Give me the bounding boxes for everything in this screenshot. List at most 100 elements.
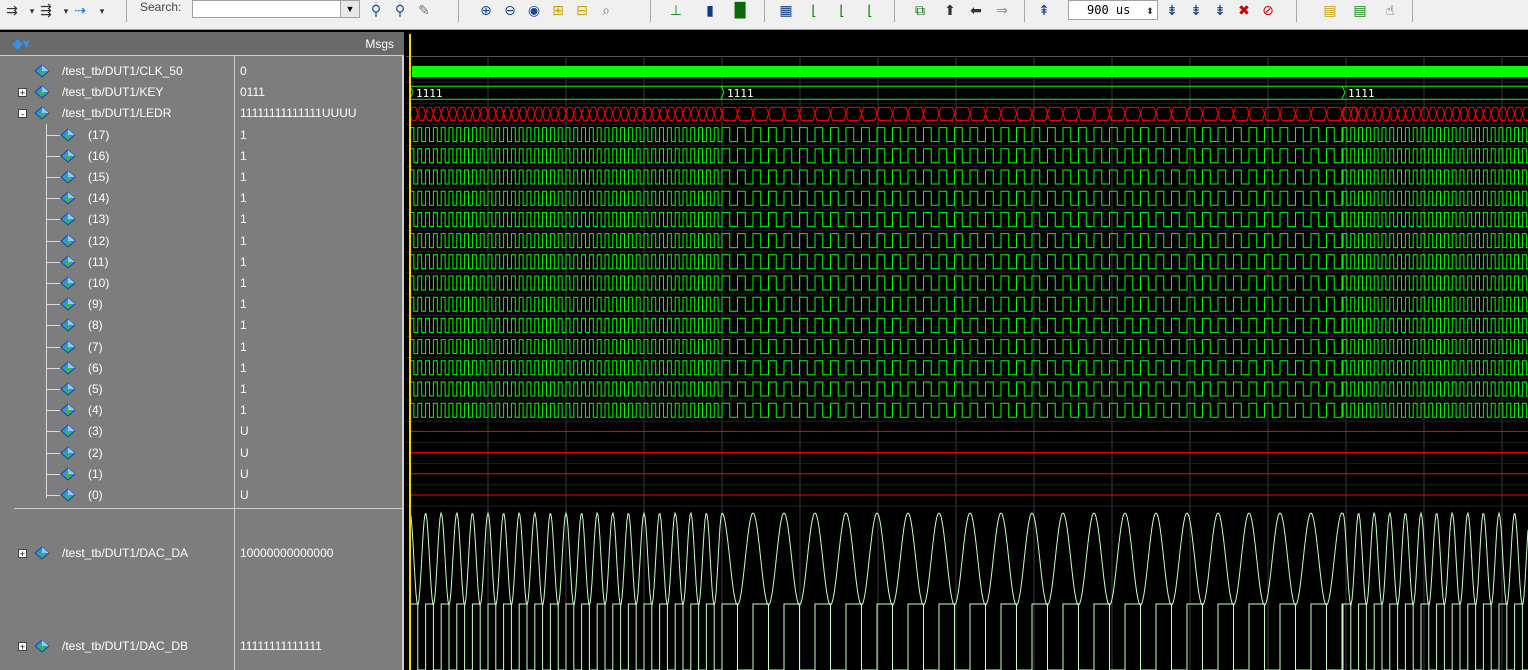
zoom-fit-icon[interactable]: ◉ — [524, 0, 544, 22]
ledr-bit-wave — [409, 360, 1528, 376]
search-input[interactable] — [192, 0, 342, 18]
zoom-in-icon[interactable]: ⊕ — [476, 0, 496, 22]
signal-row-ledr[interactable]: - /test_tb/DUT1/LEDR 11111111111111UUUU — [0, 103, 404, 124]
run-length-icon[interactable]: ⇞ — [1034, 0, 1054, 22]
signal-icon — [34, 85, 50, 99]
find-options-icon[interactable]: ✎ — [414, 0, 434, 22]
signal-value: 1 — [240, 297, 247, 312]
tree-branch-line — [46, 261, 60, 263]
signal-row-dac-db[interactable]: + /test_tb/DUT1/DAC_DB 11111111111111 — [0, 636, 404, 657]
signal-row-bit11[interactable]: (11) 1 — [0, 252, 404, 273]
signal-row-bit10[interactable]: (10) 1 — [0, 273, 404, 294]
ledr-bit-wave — [409, 402, 1528, 418]
signal-name: (8) — [88, 318, 103, 333]
signal-row-bit17[interactable]: (17) 1 — [0, 125, 404, 146]
zoom-out-icon[interactable]: ⊖ — [500, 0, 520, 22]
edge-next-icon[interactable]: ⌊ — [832, 0, 852, 22]
right-arrow-icon[interactable]: ⇒ — [992, 0, 1012, 22]
signal-value: 1 — [240, 339, 247, 354]
expand-icon[interactable]: + — [18, 642, 27, 652]
wave-dropdown-icon[interactable]: ◆▾ — [12, 35, 30, 52]
hand-icon[interactable]: ☝ — [1380, 0, 1400, 22]
signal-name: /test_tb/DUT1/LEDR — [62, 106, 172, 121]
collapse-icon[interactable]: - — [18, 109, 27, 119]
signal-value: 11111111111111 — [240, 639, 322, 653]
tree-branch-line — [46, 177, 60, 178]
signal-row-bit1[interactable]: (1) U — [0, 464, 404, 485]
signal-row-bit14[interactable]: (14) 1 — [0, 188, 404, 209]
signal-row-bit6[interactable]: (6) 1 — [0, 358, 404, 379]
zoom-region-icon[interactable]: ⌕ — [596, 0, 616, 22]
signal-name: (1) — [88, 466, 103, 481]
bookmark-icon[interactable]: ▤ — [1320, 0, 1340, 22]
signal-icon — [34, 639, 50, 653]
signal-row-clk50[interactable]: /test_tb/DUT1/CLK_50 0 — [0, 61, 404, 82]
signal-row-bit0[interactable]: (0) U — [0, 485, 404, 506]
continue-dropdown-icon[interactable]: ▾ — [92, 0, 112, 22]
run-length-spinner[interactable]: ⬍ — [1140, 0, 1160, 22]
signal-value: 0111 — [240, 85, 265, 100]
signal-value: 1 — [240, 212, 247, 227]
continue-icon[interactable]: ⇢ — [70, 0, 90, 22]
run-all-icon[interactable]: ⇟ — [1186, 0, 1206, 22]
cursor-lock-icon[interactable]: █ — [730, 0, 750, 22]
waveform-canvas[interactable]: 1111 1111 1111 — [406, 32, 1528, 670]
stop-icon[interactable]: ⊘ — [1258, 0, 1278, 22]
toolbar-separator — [126, 0, 127, 22]
cursor-bar-icon[interactable]: ▮ — [700, 0, 720, 22]
signal-row-bit9[interactable]: (9) 1 — [0, 294, 404, 315]
tree-branch-line — [46, 452, 60, 454]
step-icon[interactable]: ⇉ — [2, 0, 22, 22]
continue-run-icon[interactable]: ⇟ — [1210, 0, 1230, 22]
tree-branch-line — [46, 473, 60, 475]
signal-row-bit12[interactable]: (12) 1 — [0, 231, 404, 252]
run-icon[interactable]: ⧉ — [910, 0, 930, 22]
edge-toggle-icon[interactable]: ⌊ — [860, 0, 880, 22]
signal-row-bit7[interactable]: (7) 1 — [0, 337, 404, 358]
ledr-bit-wave — [409, 233, 1528, 249]
break-icon[interactable]: ✖ — [1234, 0, 1254, 22]
ledr-bus-wave — [1342, 106, 1528, 121]
signal-row-bit2[interactable]: (2) U — [0, 443, 404, 464]
find-next-icon[interactable]: ⚲ — [390, 0, 410, 22]
edge-prev-icon[interactable]: ⌊ — [804, 0, 824, 22]
signal-icon — [60, 467, 76, 481]
signal-name: (0) — [88, 488, 103, 502]
signal-name: (3) — [88, 424, 103, 439]
tree-branch-line — [46, 325, 60, 327]
restart-icon[interactable]: ⇟ — [1162, 0, 1182, 22]
signal-row-key[interactable]: + /test_tb/DUT1/KEY 0111 — [0, 82, 404, 103]
wave-format-icon[interactable]: ▦ — [776, 0, 796, 22]
find-icon[interactable]: ⚲ — [366, 0, 386, 22]
step-over-icon[interactable]: ⇶ — [36, 0, 56, 22]
signal-row-bit15[interactable]: (15) 1 — [0, 167, 404, 188]
zoom-cursor-icon[interactable]: ⊟ — [572, 0, 592, 22]
expand-icon[interactable]: + — [18, 88, 27, 98]
signal-row-bit8[interactable]: (8) 1 — [0, 315, 404, 336]
signal-icon — [60, 424, 76, 439]
tree-branch-line — [46, 410, 60, 412]
signal-name: (15) — [88, 170, 110, 184]
insert-cursor-icon[interactable]: ⊥ — [666, 0, 686, 22]
waveform-panel[interactable]: 1111 1111 1111 — [406, 32, 1528, 670]
signal-name: (5) — [88, 382, 103, 396]
zoom-full-icon[interactable]: ⊞ — [548, 0, 568, 22]
signal-name: /test_tb/DUT1/DAC_DB — [62, 639, 189, 653]
left-arrow-icon[interactable]: ⬅ — [966, 0, 986, 22]
signal-row-bit16[interactable]: (16) 1 — [0, 146, 404, 167]
bookmark-add-icon[interactable]: ▤ — [1350, 0, 1370, 22]
toolbar-separator — [1296, 0, 1297, 22]
signal-row-bit5[interactable]: (5) 1 — [0, 379, 404, 400]
signal-row-bit3[interactable]: (3) U — [0, 421, 404, 442]
expand-icon[interactable]: + — [18, 549, 27, 559]
tree-branch-line — [46, 124, 47, 498]
signal-value: 1 — [240, 318, 247, 333]
search-dropdown-button[interactable]: ▼ — [340, 0, 360, 18]
signal-icon — [60, 318, 76, 333]
up-arrow-icon[interactable]: ⬆ — [940, 0, 960, 22]
signal-row-bit4[interactable]: (4) 1 — [0, 400, 404, 421]
signal-row-bit13[interactable]: (13) 1 — [0, 209, 404, 230]
signal-name: (10) — [88, 276, 110, 290]
tree-branch-line — [46, 240, 60, 242]
signal-row-dac-da[interactable]: + /test_tb/DUT1/DAC_DA 10000000000000 — [0, 543, 404, 564]
